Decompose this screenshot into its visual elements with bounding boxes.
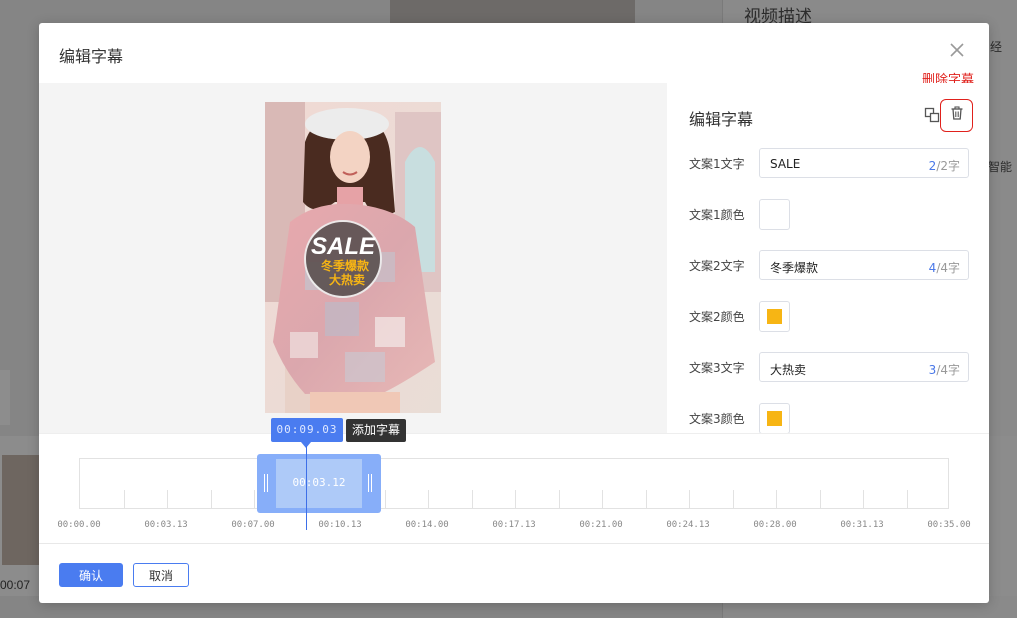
text1-row: 文案1文字 SALE 2/2字	[689, 148, 979, 178]
timeline-tick-label: 00:07.00	[231, 520, 275, 530]
text1-value: SALE	[770, 157, 801, 171]
timeline-tick	[123, 490, 125, 508]
text1-input[interactable]: SALE 2/2字	[759, 148, 969, 178]
background-right-text-2: 智能	[988, 160, 1013, 174]
text2-row: 文案2文字 冬季爆款 4/4字	[689, 250, 979, 280]
video-preview-image: SALE 冬季爆款 大热卖	[265, 102, 441, 413]
background-thumbnail	[390, 0, 635, 24]
panel-title: 编辑字幕	[689, 110, 754, 129]
color1-picker[interactable]	[759, 199, 790, 230]
timeline-tick-label: 00:17.13	[492, 520, 536, 530]
timeline-tick	[819, 490, 821, 508]
timeline-track[interactable]	[79, 458, 949, 509]
playhead-time: 00:09.03	[271, 418, 343, 442]
timeline-tick-label: 00:28.00	[753, 520, 797, 530]
timeline-tick	[602, 490, 603, 508]
timeline-tick-label: 00:03.13	[144, 520, 188, 530]
timeline-tick-label: 00:00.00	[57, 520, 101, 530]
background-time: 00:07	[0, 578, 31, 592]
cancel-button[interactable]: 取消	[133, 563, 189, 587]
timeline-tick	[254, 490, 255, 508]
copy-icon[interactable]	[924, 107, 940, 123]
text2-char-count: 4/4字	[928, 261, 960, 275]
color2-swatch	[767, 309, 782, 324]
timeline-tick	[210, 490, 212, 508]
timeline-tick	[645, 490, 647, 508]
timeline-tick-label: 00:14.00	[405, 520, 449, 530]
preview-sale-text: SALE	[311, 233, 376, 260]
timeline-tick	[732, 490, 734, 508]
dialog-title: 编辑字幕	[59, 47, 124, 66]
playhead[interactable]	[306, 446, 307, 530]
preview-line2-text: 大热卖	[329, 272, 365, 287]
confirm-button[interactable]: 确认	[59, 563, 123, 587]
color1-row: 文案1颜色	[689, 199, 979, 230]
video-preview-area: SALE 冬季爆款 大热卖	[39, 83, 667, 433]
timeline-tick	[167, 490, 168, 508]
timeline-tick	[863, 490, 864, 508]
text3-char-count: 3/4字	[928, 363, 960, 377]
timeline-tick	[689, 490, 690, 508]
dialog-footer: 确认 取消	[39, 543, 989, 603]
timeline-tick	[776, 490, 777, 508]
color3-label: 文案3颜色	[689, 412, 745, 426]
text3-row: 文案3文字 大热卖 3/4字	[689, 352, 979, 382]
text2-value: 冬季爆款	[770, 261, 819, 275]
trash-icon	[950, 106, 964, 125]
timeline-tick-label: 00:10.13	[318, 520, 362, 530]
preview-line1-text: 冬季爆款	[321, 258, 370, 273]
background-left-thumbnail	[2, 455, 42, 565]
timeline-tick	[471, 490, 473, 508]
timeline-tick	[558, 490, 560, 508]
color2-label: 文案2颜色	[689, 310, 745, 324]
background-left-bar	[0, 370, 10, 425]
clip-duration: 00:03.12	[292, 476, 346, 489]
text3-label: 文案3文字	[689, 361, 745, 375]
text3-value: 大热卖	[770, 363, 807, 377]
color1-label: 文案1颜色	[689, 208, 745, 222]
timeline-tick-label: 00:21.00	[579, 520, 623, 530]
timeline-tick	[906, 490, 908, 508]
timeline-tick	[384, 490, 386, 508]
timeline-tick-label: 00:24.13	[666, 520, 710, 530]
text2-input[interactable]: 冬季爆款 4/4字	[759, 250, 969, 280]
subtitle-timeline: 00:00.00 00:03.13 00:07.00 00:10.13 00:14.00…	[39, 418, 989, 543]
timeline-tick-label: 00:31.13	[840, 520, 884, 530]
delete-subtitle-button[interactable]	[940, 99, 973, 132]
color3-swatch	[767, 411, 782, 426]
color2-row: 文案2颜色	[689, 301, 979, 332]
text3-input[interactable]: 大热卖 3/4字	[759, 352, 969, 382]
color3-picker[interactable]	[759, 403, 790, 433]
color3-row: 文案3颜色	[689, 403, 979, 433]
timeline-tick	[428, 490, 429, 508]
text2-label: 文案2文字	[689, 259, 745, 273]
color2-picker[interactable]	[759, 301, 790, 332]
add-subtitle-tooltip[interactable]: 添加字幕	[346, 419, 407, 442]
subtitle-edit-panel: 编辑字幕 文案1文字 SALE 2/2字 文案1颜色 文案2文字 冬季爆款 4/…	[667, 83, 989, 433]
edit-subtitle-dialog: 编辑字幕 删除字幕 SALE 冬季爆款 大热卖 编辑字幕 文案1文字 SALE …	[39, 23, 989, 603]
background-right-text: 经	[990, 40, 1003, 54]
color1-swatch	[767, 207, 782, 222]
text1-label: 文案1文字	[689, 157, 745, 171]
subtitle-clip[interactable]: 00:03.12	[257, 454, 381, 513]
timeline-tick	[515, 490, 516, 508]
timeline-tick-label: 00:35.00	[927, 520, 971, 530]
close-icon[interactable]	[946, 39, 968, 61]
text1-char-count: 2/2字	[928, 159, 960, 173]
